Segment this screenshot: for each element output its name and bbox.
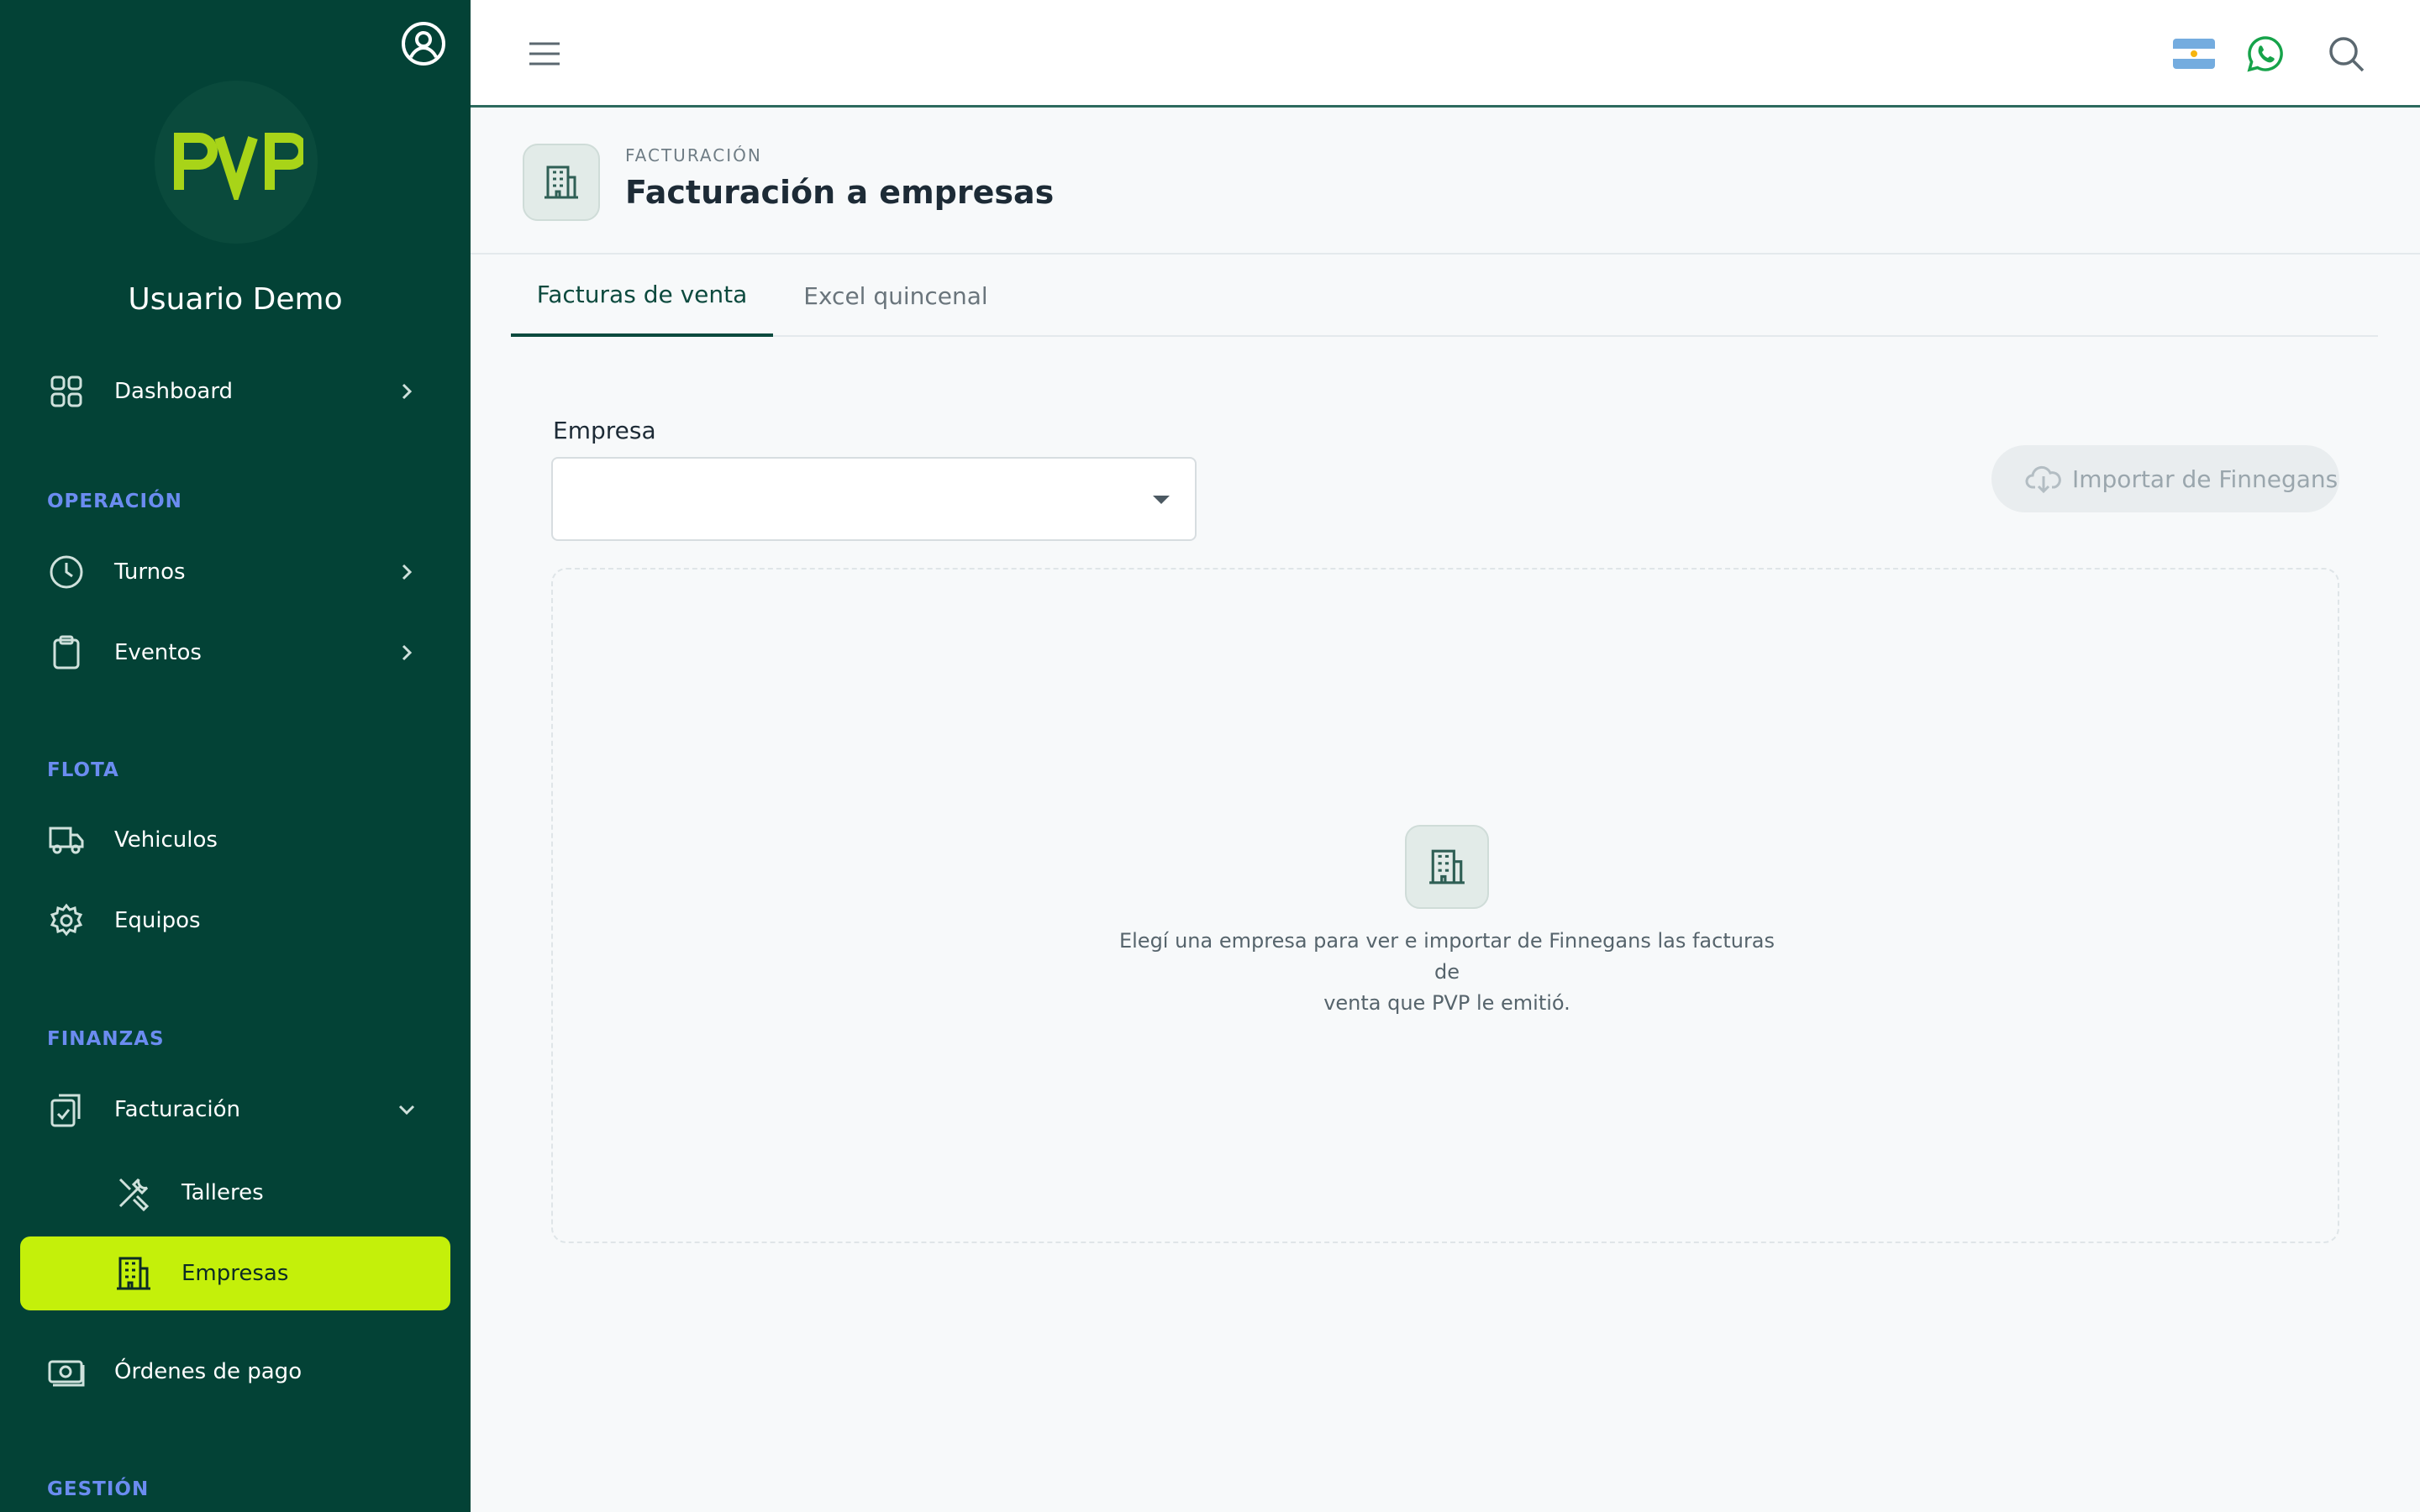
building-icon bbox=[114, 1254, 153, 1293]
building-icon bbox=[523, 144, 600, 221]
empty-state: Elegí una empresa para ver e importar de… bbox=[551, 568, 2339, 1243]
chevron-right-icon bbox=[395, 641, 418, 664]
pvp-logo-icon bbox=[174, 133, 303, 200]
account-icon[interactable] bbox=[400, 20, 447, 67]
sidebar-item-label: Equipos bbox=[114, 908, 201, 933]
sidebar-item-empresas[interactable]: Empresas bbox=[20, 1236, 450, 1310]
sidebar-item-eventos[interactable]: Eventos bbox=[20, 616, 450, 690]
clock-icon bbox=[47, 553, 86, 591]
sidebar-item-label: Órdenes de pago bbox=[114, 1359, 302, 1384]
section-label-finanzas: FINANZAS bbox=[47, 1028, 165, 1050]
empty-state-text: Elegí una empresa para ver e importar de… bbox=[1111, 926, 1783, 1019]
sidebar-item-label: Vehiculos bbox=[114, 827, 218, 853]
top-bar bbox=[471, 0, 2420, 108]
sidebar-item-label: Turnos bbox=[114, 559, 186, 585]
whatsapp-icon[interactable] bbox=[2245, 34, 2286, 74]
sidebar-item-label: Empresas bbox=[182, 1261, 289, 1286]
empty-state-line-2: venta que PVP le emitió. bbox=[1323, 991, 1570, 1015]
breadcrumb: FACTURACIÓN bbox=[625, 145, 762, 165]
grid-icon bbox=[47, 372, 86, 411]
sidebar-item-talleres[interactable]: Talleres bbox=[20, 1156, 450, 1230]
sidebar-item-facturacion[interactable]: Facturación bbox=[20, 1073, 450, 1147]
sidebar-item-label: Facturación bbox=[114, 1097, 240, 1122]
user-name: Usuario Demo bbox=[128, 282, 343, 317]
sidebar: Usuario Demo Dashboard OPERACIÓN Turnos … bbox=[0, 0, 471, 1512]
sidebar-item-turnos[interactable]: Turnos bbox=[20, 535, 450, 609]
sidebar-item-dashboard[interactable]: Dashboard bbox=[20, 354, 450, 428]
sidebar-item-label: Dashboard bbox=[114, 379, 234, 404]
page-header: FACTURACIÓN Facturación a empresas bbox=[471, 110, 2420, 255]
money-icon bbox=[47, 1352, 86, 1391]
truck-icon bbox=[47, 821, 86, 859]
empresa-select[interactable] bbox=[551, 457, 1197, 541]
tab-bar: Facturas de venta Excel quincenal bbox=[511, 255, 2378, 337]
tools-icon bbox=[114, 1173, 153, 1212]
chevron-right-icon bbox=[395, 380, 418, 403]
sidebar-item-vehiculos[interactable]: Vehiculos bbox=[20, 803, 450, 877]
caret-down-icon bbox=[1153, 496, 1170, 504]
chevron-right-icon bbox=[395, 560, 418, 584]
cloud-download-icon bbox=[2025, 462, 2062, 496]
building-icon bbox=[1405, 825, 1489, 909]
page-title: Facturación a empresas bbox=[625, 174, 1055, 211]
import-finnegans-button[interactable]: Importar de Finnegans bbox=[1991, 445, 2339, 512]
section-label-gestion: GESTIÓN bbox=[47, 1478, 150, 1500]
section-label-flota: FLOTA bbox=[47, 759, 119, 781]
clipboard-check-icon bbox=[47, 1090, 86, 1129]
tab-facturas-de-venta[interactable]: Facturas de venta bbox=[511, 255, 773, 337]
sidebar-item-label: Talleres bbox=[182, 1180, 264, 1205]
search-icon[interactable] bbox=[2326, 34, 2366, 74]
clipboard-icon bbox=[47, 633, 86, 672]
menu-icon[interactable] bbox=[528, 37, 561, 71]
sidebar-item-equipos[interactable]: Equipos bbox=[20, 884, 450, 958]
empty-state-line-1: Elegí una empresa para ver e importar de… bbox=[1118, 929, 1776, 984]
argentina-flag-icon[interactable] bbox=[2173, 39, 2215, 69]
gear-icon bbox=[47, 901, 86, 940]
sidebar-item-ordenes-de-pago[interactable]: Órdenes de pago bbox=[20, 1335, 450, 1409]
import-button-label: Importar de Finnegans bbox=[2072, 465, 2338, 493]
sidebar-item-label: Eventos bbox=[114, 640, 202, 665]
chevron-down-icon bbox=[395, 1098, 418, 1121]
tab-excel-quincenal[interactable]: Excel quincenal bbox=[773, 255, 1018, 337]
section-label-operacion: OPERACIÓN bbox=[47, 491, 182, 512]
empresa-label: Empresa bbox=[553, 417, 656, 444]
brand-logo bbox=[155, 81, 318, 244]
